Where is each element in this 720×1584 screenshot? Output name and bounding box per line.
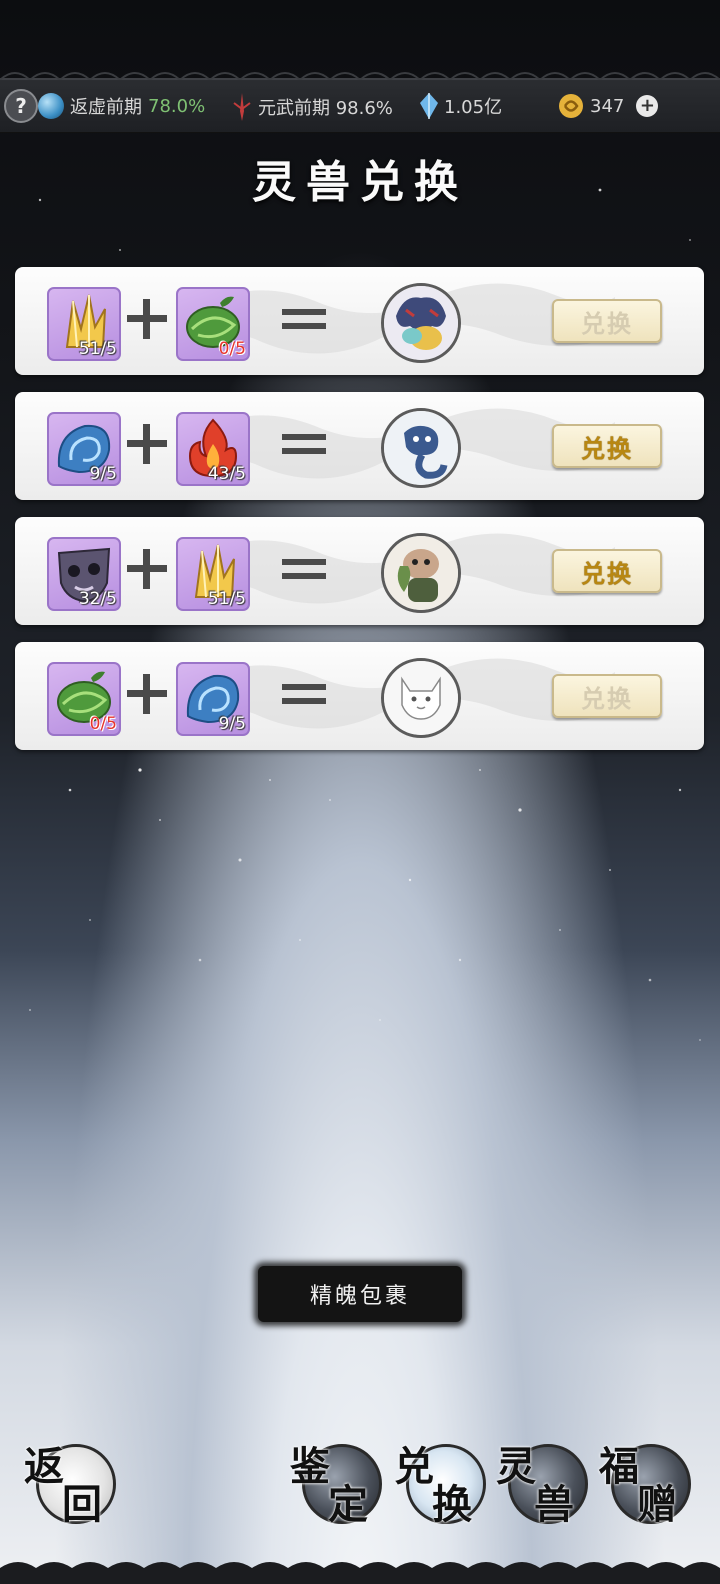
material-count: 51/5 [207, 589, 246, 609]
exchange-button[interactable]: 兑换 [552, 299, 662, 343]
currency-stat: 347 + [558, 93, 659, 119]
material-slot-b[interactable]: 9/5 [176, 662, 250, 736]
martial-label: 元武前期 98.6% [258, 98, 393, 119]
taiji-icon [38, 93, 64, 119]
material-slot-b[interactable]: 43/5 [176, 412, 250, 486]
material-count: 0/5 [89, 714, 117, 734]
page-title: 灵兽兑换 [252, 157, 468, 208]
realm-progress: 78.0% [148, 95, 206, 117]
plus-icon [127, 299, 167, 339]
plus-icon [127, 424, 167, 464]
material-count: 9/5 [89, 464, 117, 484]
add-currency-button[interactable]: + [636, 95, 659, 117]
exchange-button-label: 兑换 [581, 309, 633, 338]
identify-char-2: 定 [328, 1481, 368, 1528]
cloud-pattern-border [0, 72, 720, 80]
material-slot-a[interactable]: 51/5 [47, 287, 121, 361]
plus-icon [127, 674, 167, 714]
exchange-button-label: 兑换 [581, 434, 633, 463]
exchange-tab[interactable]: 兑 换 [394, 1438, 486, 1528]
material-slot-b[interactable]: 51/5 [176, 537, 250, 611]
gift-tab[interactable]: 福 赠 [599, 1438, 691, 1528]
plus-icon: + [639, 95, 655, 116]
material-slot-a[interactable]: 0/5 [47, 662, 121, 736]
spirit-beast-portrait[interactable] [381, 408, 461, 488]
exchange-button[interactable]: 兑换 [552, 424, 662, 468]
currency-amount: 347 [590, 95, 625, 117]
equals-icon [282, 684, 326, 704]
exchange-row: 51/5 0/5 兑换 [15, 267, 704, 375]
plus-icon [127, 549, 167, 589]
gift-char-2: 赠 [637, 1481, 677, 1528]
material-count: 51/5 [78, 339, 117, 359]
material-count: 32/5 [78, 589, 117, 609]
exchange-button[interactable]: 兑换 [552, 674, 662, 718]
beast-char-2: 兽 [534, 1481, 574, 1528]
spirit-beast-portrait[interactable] [381, 533, 461, 613]
back-char-1: 返 [24, 1443, 64, 1490]
spirit-beast-portrait[interactable] [381, 283, 461, 363]
realm-stat: 返虚前期 78.0% [38, 93, 205, 119]
exchange-row: 0/5 9/5 兑换 [15, 642, 704, 750]
material-count: 43/5 [207, 464, 246, 484]
status-bar: ? 返虚前期 78.0% 元武前期 98.6% 1.05亿 347 + [0, 72, 720, 133]
spirit-beast-portrait[interactable] [381, 658, 461, 738]
material-slot-a[interactable]: 32/5 [47, 537, 121, 611]
exchange-char-1: 兑 [394, 1443, 434, 1490]
equals-icon [282, 559, 326, 579]
equals-icon [282, 309, 326, 329]
identify-tab[interactable]: 鉴 定 [290, 1438, 382, 1528]
essence-package-button[interactable]: 精魄包裹 [258, 1266, 462, 1322]
identify-char-1: 鉴 [290, 1443, 330, 1490]
material-count: 9/5 [218, 714, 246, 734]
exchange-row: 32/5 51/5 兑换 [15, 517, 704, 625]
crystal-icon [420, 93, 438, 119]
question-icon: ? [15, 94, 27, 118]
equals-icon [282, 434, 326, 454]
material-count: 0/5 [218, 339, 246, 359]
exchange-button-label: 兑换 [581, 684, 633, 713]
back-char-2: 回 [62, 1481, 102, 1528]
exchange-row: 9/5 43/5 兑换 [15, 392, 704, 500]
exchange-button[interactable]: 兑换 [552, 549, 662, 593]
beast-tab[interactable]: 灵 兽 [496, 1438, 588, 1528]
gold-coin-icon [559, 94, 583, 118]
material-slot-b[interactable]: 0/5 [176, 287, 250, 361]
exchange-button-label: 兑换 [581, 559, 633, 588]
beast-char-1: 灵 [496, 1443, 536, 1490]
realm-name: 返虚前期 [70, 97, 142, 118]
bottom-cloud-border [0, 1562, 720, 1584]
martial-stat: 元武前期 98.6% [232, 93, 393, 121]
crystal-stat: 1.05亿 [420, 93, 502, 119]
gift-char-1: 福 [599, 1443, 639, 1490]
help-button[interactable]: ? [4, 89, 38, 123]
exchange-char-2: 换 [432, 1481, 472, 1528]
crystal-amount: 1.05亿 [444, 97, 503, 118]
material-slot-a[interactable]: 9/5 [47, 412, 121, 486]
sword-icon [233, 93, 251, 121]
back-button[interactable]: 返 回 [24, 1438, 116, 1528]
essence-package-label: 精魄包裹 [309, 1284, 410, 1309]
